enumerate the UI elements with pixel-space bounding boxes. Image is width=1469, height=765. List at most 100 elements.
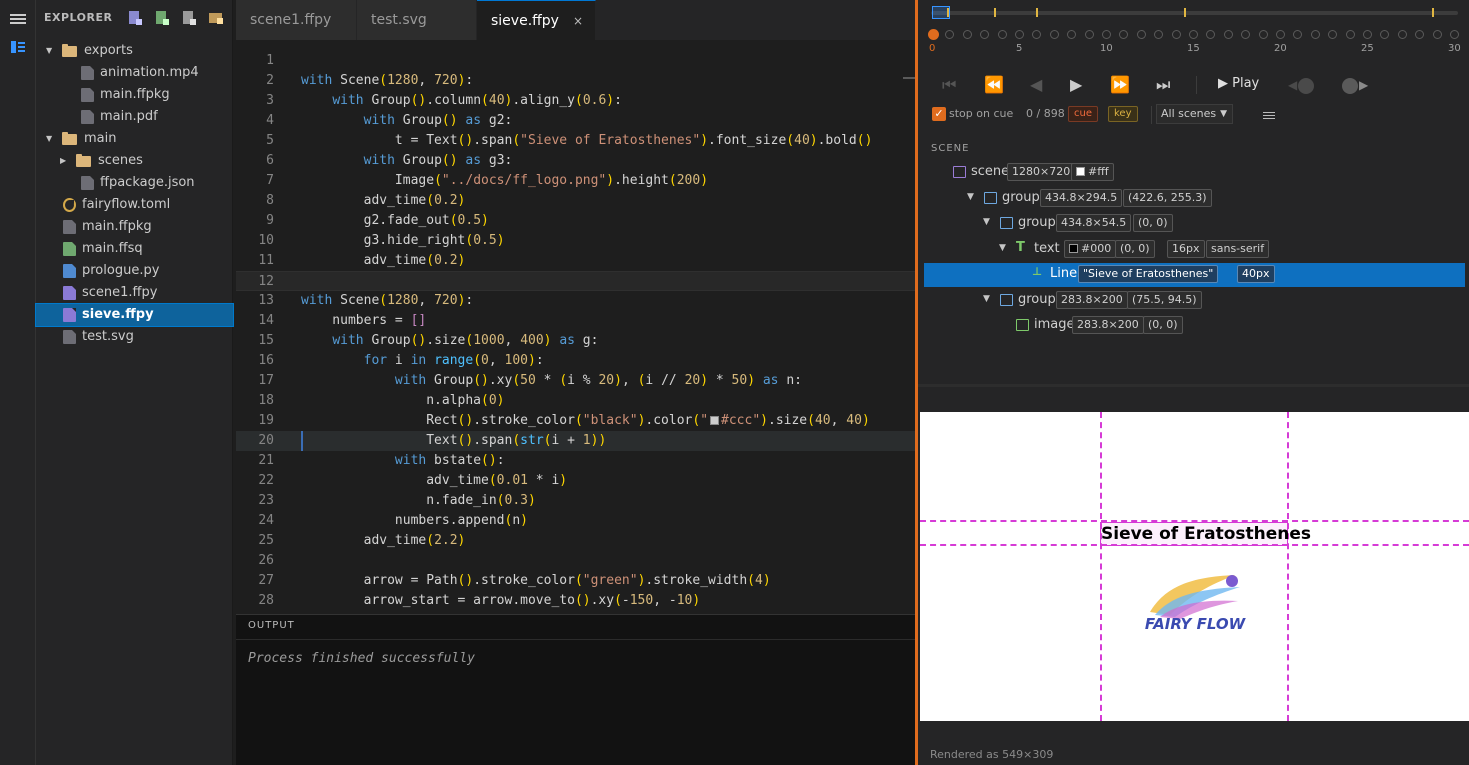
- property-tag[interactable]: #000: [1064, 240, 1117, 258]
- frame-dot[interactable]: [1032, 30, 1042, 39]
- property-tag[interactable]: 434.8×54.5: [1056, 214, 1132, 232]
- code-line[interactable]: 8 adv_time(0.2): [236, 191, 916, 211]
- cue-marker[interactable]: [1431, 8, 1434, 17]
- scene-node-group[interactable]: ▼ group 434.8×294.5 (422.6, 255.3): [924, 187, 1465, 211]
- chevron-down-icon[interactable]: ▼: [999, 243, 1006, 253]
- tree-file[interactable]: main.ffpkg: [36, 216, 233, 238]
- scrollbar-thumb[interactable]: [903, 77, 915, 79]
- code-line[interactable]: 11 adv_time(0.2): [236, 251, 916, 271]
- code-line[interactable]: 9 g2.fade_out(0.5): [236, 211, 916, 231]
- frame-dot[interactable]: [1432, 30, 1442, 39]
- property-tag[interactable]: (0, 0): [1143, 316, 1183, 334]
- property-tag[interactable]: 434.8×294.5: [1040, 189, 1123, 207]
- frame-dot[interactable]: [1258, 30, 1268, 39]
- timeline-track[interactable]: [931, 11, 1458, 15]
- frame-dot[interactable]: [928, 29, 939, 40]
- code-line[interactable]: 26: [236, 551, 916, 571]
- code-line[interactable]: 21 with bstate():: [236, 451, 916, 471]
- tree-folder[interactable]: ▶ scenes: [36, 150, 233, 172]
- cue-marker[interactable]: [1183, 8, 1186, 17]
- scene-node-scene[interactable]: scene 1280×720 #fff: [924, 161, 1465, 185]
- skip-end-icon[interactable]: ⏭: [1156, 75, 1170, 95]
- frame-dot[interactable]: [1276, 30, 1285, 39]
- code-line[interactable]: 27 arrow = Path().stroke_color("green").…: [236, 571, 916, 591]
- tree-file[interactable]: sieve.ffpy: [35, 303, 234, 327]
- frame-dot[interactable]: [1015, 30, 1024, 39]
- frame-dot[interactable]: [1206, 30, 1216, 39]
- code-line[interactable]: 2 with Scene(1280, 720):: [236, 71, 916, 91]
- play-icon[interactable]: ▶: [1070, 75, 1082, 94]
- property-tag[interactable]: "Sieve of Eratosthenes": [1078, 265, 1219, 283]
- menu-icon[interactable]: [10, 12, 26, 26]
- property-tag[interactable]: sans-serif: [1206, 240, 1270, 258]
- property-tag[interactable]: 283.8×200: [1072, 316, 1144, 334]
- frame-dot[interactable]: [1380, 30, 1390, 39]
- frame-dot[interactable]: [1119, 30, 1129, 39]
- tree-file[interactable]: main.pdf: [36, 106, 233, 128]
- tree-file[interactable]: prologue.py: [36, 260, 233, 282]
- code-line[interactable]: 24 numbers.append(n): [236, 511, 916, 531]
- scene-select[interactable]: All scenes ▼: [1156, 104, 1233, 124]
- frame-dot[interactable]: [1450, 30, 1459, 39]
- frame-dot[interactable]: [945, 30, 955, 39]
- tree-file[interactable]: main.ffsq: [36, 238, 233, 260]
- code-line[interactable]: 20 Text().span(str(i + 1)): [236, 431, 916, 451]
- chevron-down-icon[interactable]: ▼: [983, 217, 990, 227]
- tree-folder[interactable]: ▼ main: [36, 128, 233, 150]
- cue-badge[interactable]: cue: [1068, 106, 1098, 122]
- frame-dot[interactable]: [1154, 30, 1164, 39]
- cue-marker[interactable]: [1036, 8, 1039, 17]
- frame-dot[interactable]: [1084, 30, 1094, 39]
- rewind-icon[interactable]: ⏪: [984, 75, 1004, 94]
- frame-dot[interactable]: [1223, 30, 1233, 39]
- frame-dot[interactable]: [1171, 30, 1181, 39]
- code-line[interactable]: 22 adv_time(0.01 * i): [236, 471, 916, 491]
- code-area[interactable]: 1 2 with Scene(1280, 720): 3 with Group().c…: [236, 51, 916, 611]
- property-tag[interactable]: 1280×720: [1007, 163, 1076, 181]
- code-line[interactable]: 12: [236, 271, 916, 291]
- scene-node-line[interactable]: ⊥ Line "Sieve of Eratosthenes" 40px: [924, 263, 1465, 287]
- tree-file[interactable]: ffpackage.json: [36, 172, 233, 194]
- scene-node-text[interactable]: ▼ Ttext #000 (0, 0) 16px sans-serif: [924, 238, 1465, 262]
- code-line[interactable]: 4 with Group() as g2:: [236, 111, 916, 131]
- code-line[interactable]: 1: [236, 51, 916, 71]
- tree-folder[interactable]: ▼ exports: [36, 40, 233, 62]
- code-line[interactable]: 6 with Group() as g3:: [236, 151, 916, 171]
- code-line[interactable]: 19 Rect().stroke_color("black").color(" #…: [236, 411, 916, 431]
- tree-file[interactable]: main.ffpkg: [36, 84, 233, 106]
- tree-file[interactable]: test.svg: [36, 326, 233, 348]
- preview-divider[interactable]: [918, 384, 1469, 387]
- new-file-icon[interactable]: [127, 10, 143, 25]
- code-line[interactable]: 28 arrow_start = arrow.move_to().xy(-150…: [236, 591, 916, 611]
- property-tag[interactable]: 283.8×200: [1056, 291, 1128, 309]
- frame-dot[interactable]: [1415, 30, 1425, 39]
- stop-on-cue-checkbox[interactable]: ✓: [932, 107, 946, 121]
- step-back-icon[interactable]: ◀: [1030, 75, 1042, 94]
- scene-node-group[interactable]: ▼ group 434.8×54.5 (0, 0): [924, 212, 1465, 236]
- tab-sieve[interactable]: sieve.ffpy ×: [477, 0, 596, 40]
- chevron-right-icon[interactable]: ▶: [60, 150, 66, 172]
- new-folder-icon[interactable]: [208, 10, 224, 25]
- frame-dot[interactable]: [1102, 30, 1111, 39]
- new-ffpkg-icon[interactable]: [154, 10, 170, 25]
- property-tag[interactable]: (75.5, 94.5): [1127, 291, 1202, 309]
- property-tag[interactable]: 16px: [1167, 240, 1205, 258]
- chevron-down-icon[interactable]: ▼: [983, 294, 990, 304]
- code-line[interactable]: 10 g3.hide_right(0.5): [236, 231, 916, 251]
- chevron-down-icon[interactable]: ▼: [46, 128, 52, 150]
- code-line[interactable]: 25 adv_time(2.2): [236, 531, 916, 551]
- code-line[interactable]: 15 with Group().size(1000, 400) as g:: [236, 331, 916, 351]
- property-tag[interactable]: 40px: [1237, 265, 1275, 283]
- frame-dot[interactable]: [1310, 30, 1320, 39]
- frame-dot[interactable]: [1397, 30, 1407, 39]
- frame-dot[interactable]: [962, 30, 972, 39]
- property-tag[interactable]: #fff: [1071, 163, 1114, 181]
- frame-dot[interactable]: [1241, 30, 1251, 39]
- frame-dot[interactable]: [1189, 30, 1198, 39]
- frame-dot[interactable]: [997, 30, 1007, 39]
- scene-node-image[interactable]: image 283.8×200 (0, 0): [924, 314, 1465, 338]
- frame-dot[interactable]: [1345, 30, 1355, 39]
- frame-dot[interactable]: [1067, 30, 1077, 39]
- property-tag[interactable]: (422.6, 255.3): [1123, 189, 1212, 207]
- tree-file[interactable]: scene1.ffpy: [36, 282, 233, 304]
